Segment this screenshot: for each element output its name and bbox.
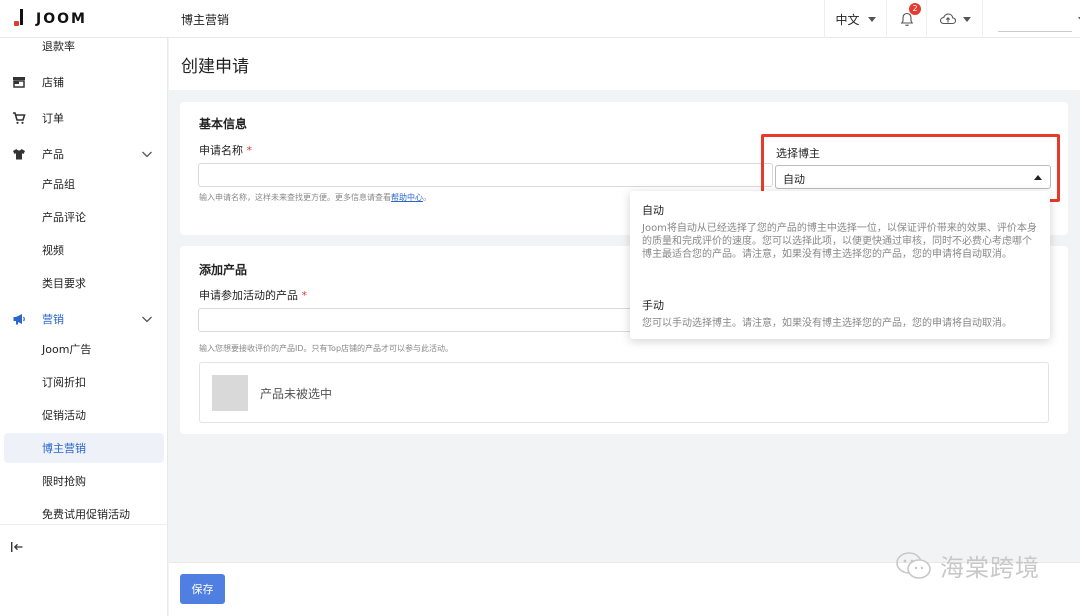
sidebar-item-refund-rate[interactable]: 退款率 [0, 33, 168, 59]
chevron-down-icon [962, 16, 971, 22]
brand-name: JOOM [36, 11, 87, 27]
product-thumbnail-placeholder [212, 375, 248, 411]
account-field[interactable] [997, 6, 1080, 32]
sidebar-item-product-groups[interactable]: 产品组 [0, 171, 168, 197]
dropdown-option-manual[interactable]: 手动 您可以手动选择博主。请注意，如果没有博主选择您的产品，您的申请将自动取消。 [642, 297, 1040, 330]
sidebar-item-label: 产品 [42, 148, 64, 161]
application-name-hint: 输入申请名称，这样未来查找更方便。更多信息请查看帮助中心。 [199, 192, 431, 203]
sidebar-item-label: 营销 [42, 313, 64, 326]
watermark-text: 海棠跨境 [940, 554, 1040, 582]
upload-menu[interactable] [926, 0, 982, 38]
selected-products-box: 产品未被选中 [199, 362, 1049, 423]
save-button[interactable]: 保存 [180, 574, 225, 604]
required-mark: * [246, 144, 253, 157]
application-name-hint-end: 。 [423, 193, 431, 202]
store-icon [13, 77, 25, 88]
sidebar-item-category-requirements[interactable]: 类目要求 [0, 270, 168, 296]
blogger-select-value: 自动 [783, 173, 805, 186]
chevron-up-icon [1034, 175, 1042, 180]
notification-badge: 2 [909, 3, 921, 15]
sidebar-item-marketing[interactable]: 营销 [0, 306, 168, 332]
products-hint: 输入您想要接收评价的产品ID。只有Top店铺的产品才可以参与此活动。 [199, 344, 454, 353]
megaphone-icon [13, 314, 25, 325]
sidebar-item-flash-sales[interactable]: 限时抢购 [0, 468, 168, 494]
shirt-icon [13, 149, 25, 160]
collapse-sidebar-icon[interactable] [10, 541, 24, 553]
page-header: 创建申请 [169, 38, 1080, 90]
sidebar-item-label: Joom广告 [42, 343, 92, 356]
application-name-input[interactable] [198, 163, 773, 187]
sidebar-item-joom-ads[interactable]: Joom广告 [0, 336, 168, 362]
account-selector[interactable] [982, 0, 1080, 38]
sidebar-item-videos[interactable]: 视频 [0, 237, 168, 263]
option-description: Joom将自动从已经选择了您的产品的博主中选择一位，以保证评价带来的效果、评价本… [642, 223, 1037, 260]
sidebar-item-label: 博主营销 [42, 442, 86, 455]
add-products-title: 添加产品 [199, 263, 248, 277]
products-input[interactable] [198, 308, 638, 332]
no-product-selected-text: 产品未被选中 [260, 387, 333, 401]
cloud-upload-icon [939, 13, 956, 25]
chevron-down-icon [867, 16, 876, 22]
sidebar-item-orders[interactable]: 订单 [0, 105, 168, 131]
help-center-link[interactable]: 帮助中心 [391, 193, 423, 202]
sidebar-item-subscription-discount[interactable]: 订阅折扣 [0, 369, 168, 395]
application-name-hint-text: 输入申请名称，这样未来查找更方便。更多信息请查看 [199, 193, 391, 202]
option-title: 自动 [642, 204, 664, 217]
chevron-down-icon [142, 151, 152, 158]
sidebar-footer [0, 524, 168, 564]
sidebar-item-product-reviews[interactable]: 产品评论 [0, 204, 168, 230]
blogger-select[interactable]: 自动 [775, 165, 1051, 189]
blogger-selector-label: 选择博主 [776, 147, 820, 160]
application-name-label: 申请名称 * [199, 142, 252, 158]
language-label: 中文 [835, 12, 860, 27]
option-description: 您可以手动选择博主。请注意，如果没有博主选择您的产品，您的申请将自动取消。 [642, 318, 1012, 329]
sidebar-item-label: 类目要求 [42, 277, 86, 290]
required-mark: * [301, 289, 308, 302]
cart-icon [13, 112, 26, 124]
products-field-label-text: 申请参加活动的产品 [199, 289, 298, 302]
sidebar-item-products[interactable]: 产品 [0, 141, 168, 167]
joom-logo-icon [14, 9, 26, 29]
sidebar-item-label: 店铺 [42, 76, 64, 89]
language-selector[interactable]: 中文 [824, 0, 886, 38]
application-name-label-text: 申请名称 [199, 144, 243, 157]
header-section-title: 博主营销 [181, 13, 230, 27]
wechat-icon [896, 551, 931, 579]
watermark: 海棠跨境 [894, 548, 1040, 583]
chevron-down-icon [142, 316, 152, 323]
sidebar: 退款率 店铺 订单 产品 产品组 产品评论 视频 类目要求 营销 Joom广告 … [0, 38, 168, 616]
notifications-button[interactable]: 2 [886, 0, 926, 38]
option-title: 手动 [642, 299, 664, 312]
sidebar-item-label: 订阅折扣 [42, 376, 86, 389]
products-field-label: 申请参加活动的产品 * [199, 287, 307, 303]
sidebar-item-promotions[interactable]: 促销活动 [0, 402, 168, 428]
sidebar-item-label: 订单 [42, 112, 64, 125]
dropdown-option-auto[interactable]: 自动 Joom将自动从已经选择了您的产品的博主中选择一位，以保证评价带来的效果、… [642, 202, 1040, 261]
sidebar-item-label: 促销活动 [42, 409, 86, 422]
sidebar-item-label: 产品组 [42, 178, 75, 191]
blogger-select-dropdown: 自动 Joom将自动从已经选择了您的产品的博主中选择一位，以保证评价带来的效果、… [630, 191, 1050, 339]
sidebar-item-label: 产品评论 [42, 211, 86, 224]
joom-logo[interactable]: JOOM [14, 9, 87, 29]
sidebar-item-label: 视频 [42, 244, 64, 257]
sidebar-item-store[interactable]: 店铺 [0, 69, 168, 95]
basic-info-title: 基本信息 [199, 117, 248, 131]
header-actions: 中文 2 [824, 0, 1080, 38]
sidebar-item-label: 限时抢购 [42, 475, 86, 488]
sidebar-item-blogger-marketing[interactable]: 博主营销 [4, 433, 164, 463]
sidebar-item-label: 免费试用促销活动 [42, 508, 130, 521]
page-title: 创建申请 [181, 57, 249, 77]
sidebar-item-label: 退款率 [42, 40, 75, 53]
